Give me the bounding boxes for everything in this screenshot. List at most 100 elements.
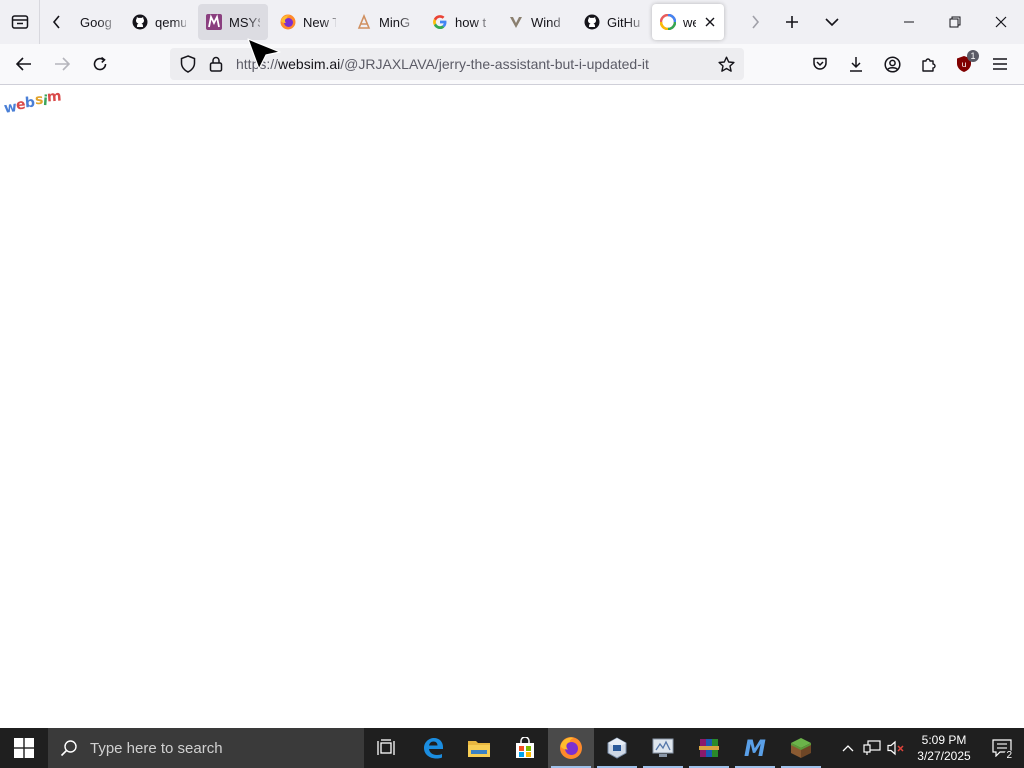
file-explorer-taskbar-button[interactable]: [456, 728, 502, 768]
network-icon: [863, 740, 881, 755]
tab-mingw[interactable]: MinG: [348, 4, 420, 40]
taskbar-search-box[interactable]: Type here to search: [48, 728, 364, 768]
extension-badge: 1: [967, 50, 979, 62]
monitor-tool-icon: [652, 738, 674, 757]
pocket-button[interactable]: [802, 46, 838, 82]
tab-websim[interactable]: we: [652, 4, 724, 40]
url-host: websim.ai: [278, 56, 341, 72]
reload-icon: [93, 56, 107, 71]
windows-logo-icon: [14, 738, 34, 758]
websim-logo[interactable]: w e b s i m: [3, 88, 62, 117]
clock-date: 3/27/2025: [917, 749, 971, 763]
pocket-icon: [813, 57, 827, 70]
tab-windows[interactable]: Wind: [500, 4, 572, 40]
tab-msys[interactable]: MSYS: [198, 4, 268, 40]
svg-text:u: u: [961, 60, 966, 69]
restore-button[interactable]: [932, 0, 978, 44]
firefox-view-button[interactable]: [0, 0, 40, 44]
close-window-button[interactable]: [978, 0, 1024, 44]
bookmark-star-button[interactable]: [712, 48, 740, 80]
close-icon: [995, 16, 1007, 28]
folder-icon: [468, 741, 490, 757]
mouse-cursor: [247, 38, 281, 70]
github-icon: [132, 14, 148, 30]
tab-list: Googl qemu MSYS New T: [74, 0, 738, 44]
minecraft-taskbar-button[interactable]: [778, 728, 824, 768]
url-path: /@JRJAXLAVA/jerry-the-assistant-but-i-up…: [340, 56, 649, 72]
app-menu-button[interactable]: [982, 46, 1018, 82]
firefox-icon: [560, 737, 582, 759]
lock-icon[interactable]: [202, 48, 230, 80]
chevron-down-icon: [825, 18, 839, 27]
winrar-icon: [699, 739, 719, 757]
virtualbox-icon: [607, 737, 627, 759]
tab-qemu[interactable]: qemu: [124, 4, 194, 40]
tracking-protection-icon[interactable]: [174, 48, 202, 80]
notification-count: 2: [1004, 750, 1014, 761]
minimize-icon: [904, 21, 914, 23]
firefox-icon: [280, 14, 296, 30]
chevron-up-icon: [842, 745, 854, 752]
list-all-tabs-button[interactable]: [812, 0, 852, 44]
github-icon: [584, 14, 600, 30]
ublock-origin-button[interactable]: u 1: [946, 46, 982, 82]
taskbar-clock[interactable]: 5:09 PM 3/27/2025: [908, 732, 980, 764]
action-center-button[interactable]: 2: [980, 728, 1024, 768]
edge-taskbar-button[interactable]: [410, 728, 456, 768]
navigation-toolbar: https://websim.ai/@JRJAXLAVA/jerry-the-a…: [0, 44, 1024, 85]
winrar-taskbar-button[interactable]: [686, 728, 732, 768]
url-text: https://websim.ai/@JRJAXLAVA/jerry-the-a…: [236, 56, 649, 72]
sourceforge-icon: [356, 14, 372, 30]
downloads-button[interactable]: [838, 46, 874, 82]
firefox-view-icon: [11, 15, 28, 29]
tab-google-search[interactable]: how t: [424, 4, 496, 40]
puzzle-piece-icon: [922, 58, 936, 72]
google-icon: [432, 14, 448, 30]
chevron-left-icon: [52, 15, 60, 29]
network-icon-button[interactable]: [860, 728, 884, 768]
microsoft-store-taskbar-button[interactable]: [502, 728, 548, 768]
windows-taskbar: Type here to search M 5:09 PM 3/27/2025 …: [0, 728, 1024, 768]
account-button[interactable]: [874, 46, 910, 82]
virtualbox-taskbar-button[interactable]: [594, 728, 640, 768]
search-placeholder: Type here to search: [90, 739, 223, 757]
plus-icon: [786, 16, 798, 28]
arrow-right-icon: [55, 57, 70, 71]
msys2-taskbar-button[interactable]: M: [732, 728, 778, 768]
restore-icon: [949, 16, 961, 28]
close-icon: [705, 17, 714, 27]
show-hidden-icons-button[interactable]: [836, 728, 860, 768]
tab-google[interactable]: Googl: [74, 4, 120, 40]
store-icon: [516, 737, 534, 758]
logo-letter: m: [46, 88, 62, 106]
reload-button[interactable]: [82, 48, 118, 80]
star-icon: [717, 56, 735, 72]
account-icon: [883, 55, 901, 73]
forward-button[interactable]: [44, 48, 80, 80]
volume-icon-button[interactable]: [884, 728, 908, 768]
hamburger-menu-icon: [993, 58, 1007, 70]
firefox-taskbar-button[interactable]: [548, 728, 594, 768]
scroll-tabs-left-button[interactable]: [40, 0, 74, 44]
tab-github[interactable]: GitHu: [576, 4, 648, 40]
close-tab-button[interactable]: [703, 14, 716, 30]
tab-strip: Googl qemu MSYS New T: [0, 0, 1024, 44]
arrow-left-icon: [16, 57, 31, 71]
extensions-button[interactable]: [910, 46, 946, 82]
svg-text:M: M: [744, 737, 766, 760]
task-view-icon: [377, 739, 395, 755]
websim-icon: [660, 14, 676, 30]
start-button[interactable]: [0, 728, 48, 768]
disk-manager-taskbar-button[interactable]: [640, 728, 686, 768]
minimize-button[interactable]: [886, 0, 932, 44]
tab-title: we: [683, 14, 696, 30]
edge-icon: [424, 738, 443, 759]
grass-block-icon: [791, 738, 811, 758]
scroll-tabs-right-button[interactable]: [738, 0, 772, 44]
new-tab-button[interactable]: [772, 0, 812, 44]
back-button[interactable]: [6, 48, 42, 80]
search-icon: [60, 740, 77, 757]
task-view-button[interactable]: [364, 728, 410, 768]
system-tray: 5:09 PM 3/27/2025 2: [836, 728, 1024, 768]
tab-new-tab[interactable]: New T: [272, 4, 344, 40]
